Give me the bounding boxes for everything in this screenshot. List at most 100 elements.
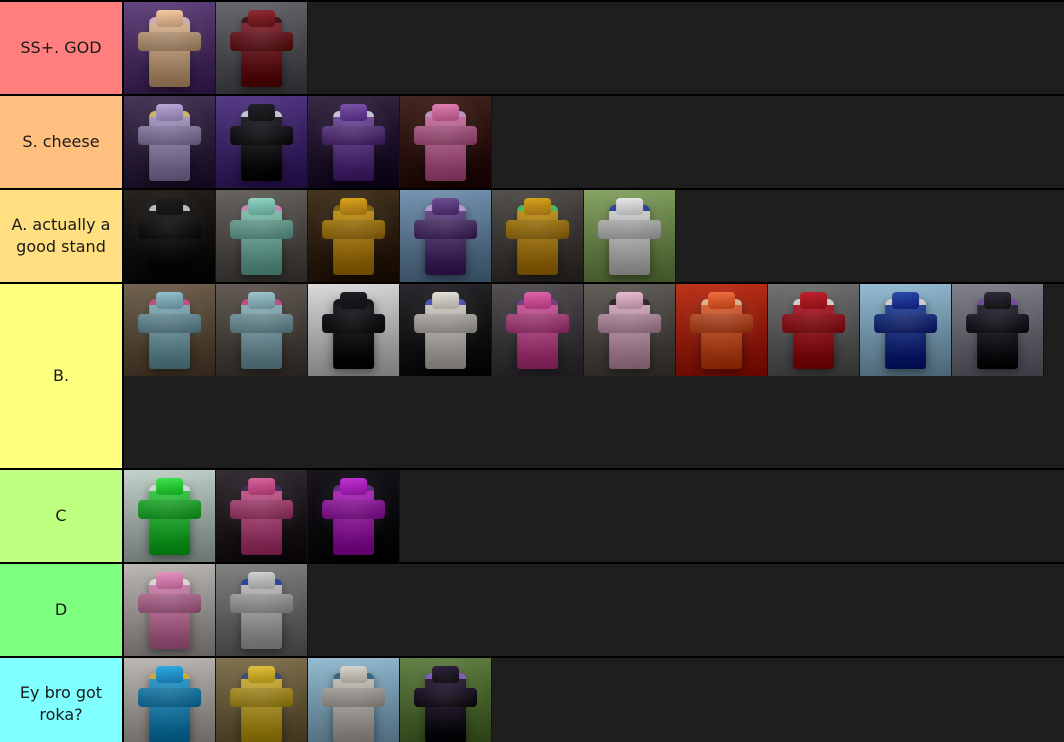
tier-item-figure	[148, 110, 191, 182]
tier-row: A. actually a good stand	[0, 190, 1064, 284]
tier-items-dropzone[interactable]	[124, 564, 1064, 656]
tier-label[interactable]: Ey bro got roka?	[0, 658, 124, 742]
tier-item-figure	[608, 298, 651, 370]
tier-item[interactable]	[400, 658, 492, 742]
tier-item-thumbnail	[308, 658, 399, 742]
tier-item[interactable]	[308, 190, 400, 282]
tier-item[interactable]	[216, 470, 308, 562]
tier-item[interactable]	[124, 470, 216, 562]
tier-item[interactable]	[124, 284, 216, 376]
tier-item-thumbnail	[400, 284, 491, 376]
tier-item-thumbnail	[400, 190, 491, 282]
tier-item[interactable]	[492, 190, 584, 282]
tier-item-figure	[424, 672, 467, 742]
tier-item-figure	[148, 578, 191, 650]
tier-items-dropzone[interactable]	[124, 190, 1064, 282]
tier-label-text: SS+. GOD	[20, 38, 102, 58]
tier-item[interactable]	[952, 284, 1044, 376]
tier-item[interactable]	[216, 658, 308, 742]
tier-item[interactable]	[676, 284, 768, 376]
tier-label[interactable]: C	[0, 470, 124, 562]
tier-item[interactable]	[124, 658, 216, 742]
tier-item-figure	[148, 484, 191, 556]
tier-item-figure	[148, 16, 191, 88]
tier-label-text: S. cheese	[22, 132, 100, 152]
tier-item[interactable]	[216, 96, 308, 188]
tier-item-figure	[332, 110, 375, 182]
tier-item-figure	[332, 204, 375, 276]
tier-item-thumbnail	[124, 564, 215, 656]
tier-label-text: Ey bro got roka?	[19, 683, 103, 724]
tier-items-dropzone[interactable]	[124, 2, 1064, 94]
tier-item-thumbnail	[308, 470, 399, 562]
tier-item[interactable]	[216, 284, 308, 376]
tier-items-dropzone[interactable]	[124, 470, 1064, 562]
tier-item[interactable]	[124, 2, 216, 94]
tier-item[interactable]	[216, 190, 308, 282]
tier-item[interactable]	[400, 96, 492, 188]
tier-item-figure	[240, 204, 283, 276]
tier-item[interactable]	[308, 96, 400, 188]
tier-items-dropzone[interactable]	[124, 96, 1064, 188]
tier-item-thumbnail	[216, 564, 307, 656]
tier-row: SS+. GOD	[0, 0, 1064, 96]
tier-item[interactable]	[308, 658, 400, 742]
tier-label[interactable]: S. cheese	[0, 96, 124, 188]
tier-row: D	[0, 564, 1064, 658]
tier-item-thumbnail	[124, 2, 215, 94]
tier-row: C	[0, 470, 1064, 564]
tier-item[interactable]	[860, 284, 952, 376]
tier-item[interactable]	[492, 284, 584, 376]
tier-items-dropzone[interactable]	[124, 284, 1064, 468]
tier-item-figure	[240, 110, 283, 182]
tier-item-thumbnail	[952, 284, 1043, 376]
tier-item-thumbnail	[676, 284, 767, 376]
tier-item-thumbnail	[216, 2, 307, 94]
tier-item-thumbnail	[308, 96, 399, 188]
tier-item-thumbnail	[492, 190, 583, 282]
tier-item-thumbnail	[124, 284, 215, 376]
tier-label-text: B.	[52, 366, 70, 386]
tier-item-thumbnail	[860, 284, 951, 376]
tier-item[interactable]	[124, 564, 216, 656]
tier-item-figure	[976, 298, 1019, 370]
tier-label[interactable]: D	[0, 564, 124, 656]
tier-label[interactable]: B.	[0, 284, 124, 468]
tier-item-figure	[700, 298, 743, 370]
tier-item-figure	[148, 672, 191, 742]
tier-item-thumbnail	[124, 470, 215, 562]
tier-item[interactable]	[400, 284, 492, 376]
tier-label[interactable]: SS+. GOD	[0, 2, 124, 94]
tier-item-figure	[240, 16, 283, 88]
tier-item-thumbnail	[216, 96, 307, 188]
tier-item-figure	[240, 578, 283, 650]
tier-item-thumbnail	[124, 190, 215, 282]
tier-item-figure	[792, 298, 835, 370]
tier-item-figure	[332, 672, 375, 742]
tier-items-dropzone[interactable]	[124, 658, 1064, 742]
tier-item[interactable]	[216, 564, 308, 656]
tier-item[interactable]	[400, 190, 492, 282]
tier-label-text: D	[54, 600, 68, 620]
tier-item-thumbnail	[584, 284, 675, 376]
tier-item-figure	[516, 204, 559, 276]
tier-item[interactable]	[216, 2, 308, 94]
tier-item-figure	[240, 672, 283, 742]
tierlist-app: TiERMAKER SS+. GODS. cheeseA. actually a…	[0, 0, 1064, 742]
tier-label-text: C	[55, 506, 67, 526]
tier-item-thumbnail	[308, 190, 399, 282]
tier-item-figure	[148, 204, 191, 276]
tier-label[interactable]: A. actually a good stand	[0, 190, 124, 282]
tier-item[interactable]	[124, 190, 216, 282]
tier-item[interactable]	[308, 470, 400, 562]
tier-item[interactable]	[124, 96, 216, 188]
tier-rows-container: SS+. GOD S. cheese A. actually a good stan…	[0, 0, 1064, 742]
tier-item-thumbnail	[124, 96, 215, 188]
tier-item[interactable]	[584, 284, 676, 376]
tier-item[interactable]	[584, 190, 676, 282]
tier-label-text: A. actually a good stand	[11, 215, 111, 256]
tier-item[interactable]	[768, 284, 860, 376]
tier-item-figure	[424, 110, 467, 182]
tier-item[interactable]	[308, 284, 400, 376]
tier-item-thumbnail	[124, 658, 215, 742]
